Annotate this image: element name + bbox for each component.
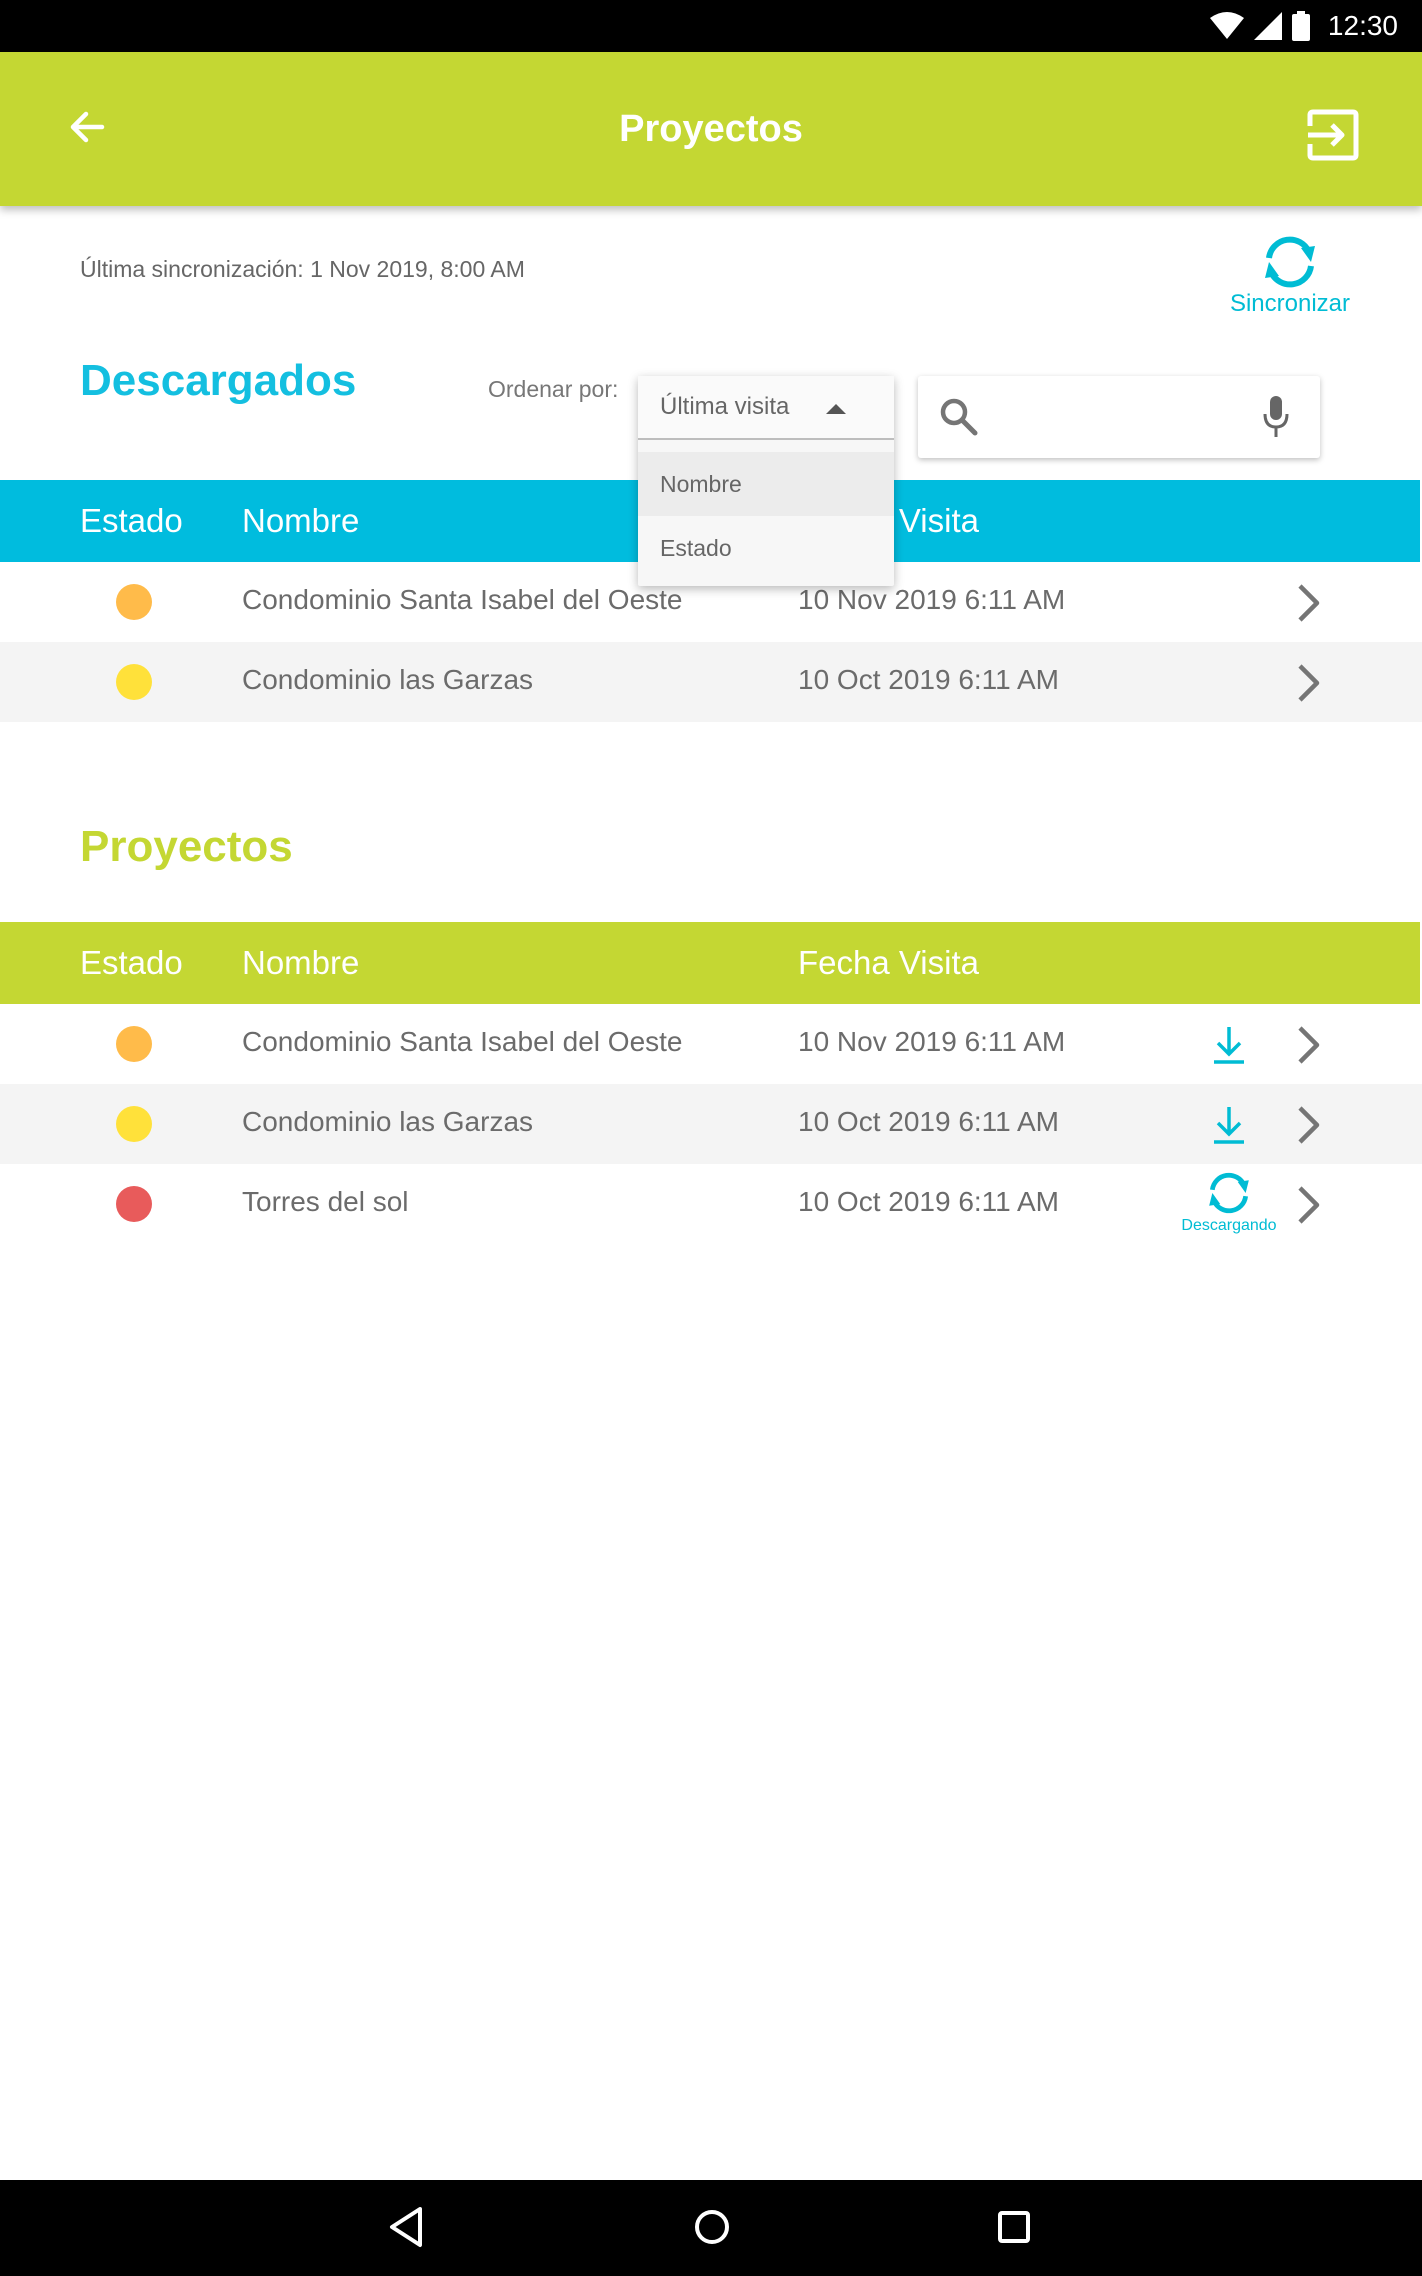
projects-section-title: Proyectos xyxy=(80,822,293,871)
downloading-label: Descargando xyxy=(1181,1217,1277,1234)
downloading-indicator: Descargando xyxy=(1176,1172,1282,1235)
clock: 12:30 xyxy=(1327,10,1398,41)
search-icon xyxy=(940,398,978,436)
table-row[interactable]: Torres del sol 10 Oct 2019 6:11 AM Desca… xyxy=(0,1164,1422,1244)
download-icon[interactable] xyxy=(1210,1024,1248,1066)
chevron-right-icon[interactable] xyxy=(1290,660,1326,706)
sync-icon xyxy=(1265,236,1315,288)
microphone-icon[interactable] xyxy=(1262,394,1290,440)
project-name: Condominio las Garzas xyxy=(242,664,534,695)
header-fecha-visita: Fecha Visita xyxy=(798,944,979,981)
visit-date: 10 Oct 2019 6:11 AM xyxy=(798,1106,1059,1137)
chevron-right-icon[interactable] xyxy=(1290,1022,1326,1068)
header-estado: Estado xyxy=(80,944,183,981)
order-by-label: Ordenar por: xyxy=(488,376,619,402)
recents-square-icon[interactable] xyxy=(992,2204,1036,2250)
header-nombre: Nombre xyxy=(242,944,360,981)
exit-button[interactable] xyxy=(1306,108,1360,162)
page-title: Proyectos xyxy=(619,108,803,150)
visit-date: 10 Oct 2019 6:11 AM xyxy=(798,664,1059,695)
visit-date: 10 Nov 2019 6:11 AM xyxy=(798,1026,1066,1057)
order-option-estado[interactable]: Estado xyxy=(638,516,894,580)
status-bar: 12:30 xyxy=(0,0,1422,52)
exit-to-app-icon xyxy=(1307,109,1359,161)
visit-date: 10 Oct 2019 6:11 AM xyxy=(798,1186,1059,1217)
table-row[interactable]: Condominio las Garzas 10 Oct 2019 6:11 A… xyxy=(0,642,1422,722)
status-dot xyxy=(116,1186,152,1222)
project-name: Condominio Santa Isabel del Oeste xyxy=(242,1026,683,1057)
navigation-bar xyxy=(0,2180,1422,2276)
status-icons: 12:30 xyxy=(1209,8,1398,44)
downloaded-section-title: Descargados xyxy=(80,356,357,405)
signal-icon xyxy=(1253,12,1282,40)
status-dot xyxy=(116,1106,152,1142)
project-name: Condominio Santa Isabel del Oeste xyxy=(242,584,683,615)
sync-button-label: Sincronizar xyxy=(1229,290,1351,317)
order-by-selected[interactable]: Última visita xyxy=(638,376,894,440)
table-row[interactable]: Condominio Santa Isabel del Oeste 10 Nov… xyxy=(0,1004,1422,1084)
header-nombre: Nombre xyxy=(242,502,360,539)
order-option-nombre[interactable]: Nombre xyxy=(638,452,894,516)
visit-date: 10 Nov 2019 6:11 AM xyxy=(798,584,1066,615)
last-sync-text: Última sincronización: 1 Nov 2019, 8:00 … xyxy=(80,256,525,282)
status-dot xyxy=(116,584,152,620)
status-dot xyxy=(116,1026,152,1062)
home-circle-icon[interactable] xyxy=(690,2204,734,2250)
chevron-right-icon[interactable] xyxy=(1290,580,1326,626)
status-dot xyxy=(116,664,152,700)
chevron-right-icon[interactable] xyxy=(1290,1182,1326,1228)
wifi-icon xyxy=(1209,12,1244,39)
caret-up-icon xyxy=(826,404,846,414)
header-estado: Estado xyxy=(80,502,183,539)
order-by-dropdown[interactable]: Última visita Nombre Estado xyxy=(638,376,894,586)
back-triangle-icon[interactable] xyxy=(384,2204,428,2250)
search-box xyxy=(918,376,1320,458)
search-input[interactable] xyxy=(996,392,1226,442)
project-name: Condominio las Garzas xyxy=(242,1106,534,1137)
sync-icon xyxy=(1209,1172,1249,1214)
table-row[interactable]: Condominio las Garzas 10 Oct 2019 6:11 A… xyxy=(0,1084,1422,1164)
chevron-right-icon[interactable] xyxy=(1290,1102,1326,1148)
order-by-selected-label: Última visita xyxy=(660,393,790,420)
app-bar: Proyectos xyxy=(0,52,1422,206)
battery-icon xyxy=(1291,11,1310,41)
download-icon[interactable] xyxy=(1210,1104,1248,1146)
sync-button[interactable]: Sincronizar xyxy=(1222,236,1358,326)
projects-table-header: Estado Nombre Fecha Visita xyxy=(0,922,1420,1004)
project-name: Torres del sol xyxy=(242,1186,409,1217)
